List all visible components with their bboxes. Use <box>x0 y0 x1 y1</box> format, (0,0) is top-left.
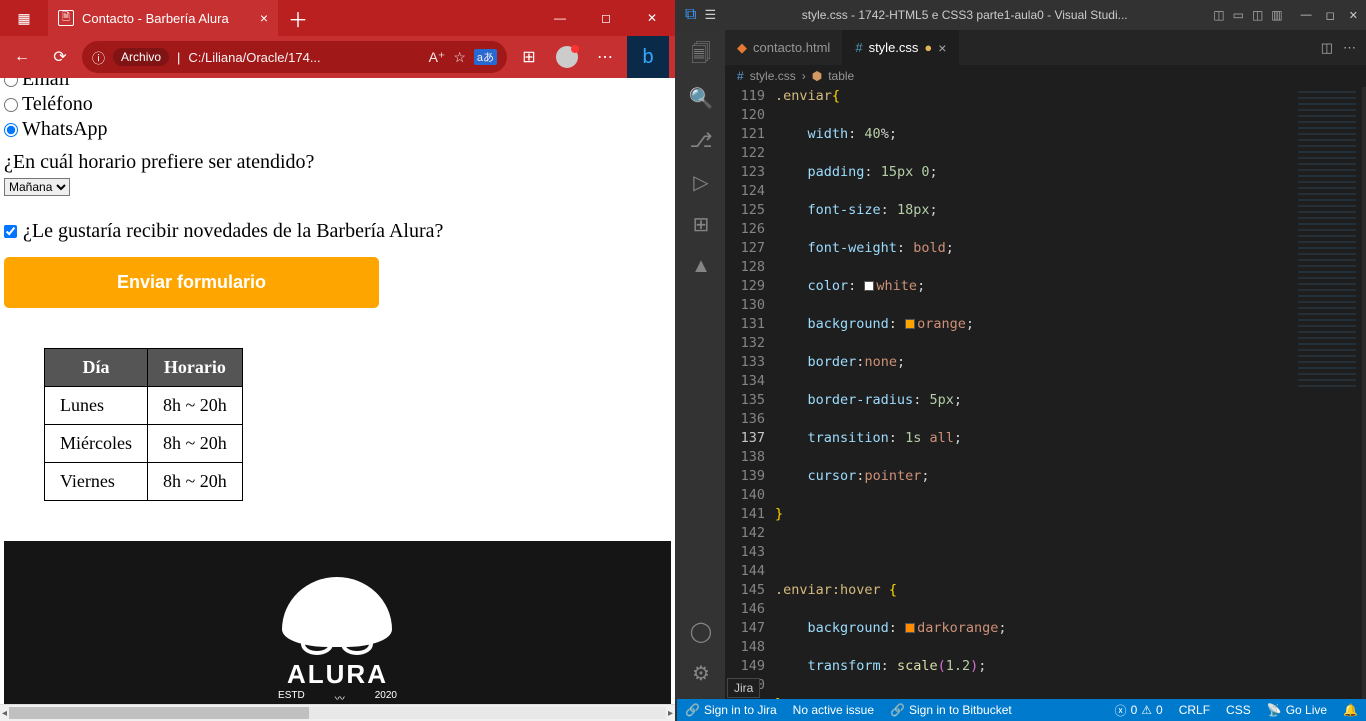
minimap[interactable] <box>1292 87 1362 699</box>
jira-tooltip: Jira <box>727 678 760 698</box>
layout-bottom-icon[interactable]: ▭ <box>1233 8 1244 22</box>
info-icon: ⓘ <box>92 48 105 67</box>
status-bar: 🔗 Sign in to Jira No active issue 🔗 Sign… <box>677 699 1366 721</box>
contact-whatsapp-label: WhatsApp <box>22 118 108 141</box>
new-tab-button[interactable]: ＋ <box>278 4 318 33</box>
jira-active-issue[interactable]: No active issue <box>785 703 882 717</box>
page-favicon: 🗎 <box>58 10 74 26</box>
bitbucket-signin[interactable]: 🔗 Sign in to Bitbucket <box>882 703 1020 717</box>
back-button[interactable]: ← <box>6 41 38 73</box>
horario-select[interactable]: Mañana <box>4 178 70 196</box>
layout-right-icon[interactable]: ◫ <box>1252 8 1263 22</box>
contact-email-label: Email <box>22 78 70 91</box>
tab-style-css[interactable]: # style.css ● × <box>843 30 959 65</box>
th-horario: Horario <box>147 349 242 387</box>
layout-left-icon[interactable]: ◫ <box>1213 8 1224 22</box>
contact-whatsapp-radio[interactable] <box>4 123 18 137</box>
horizontal-scrollbar[interactable]: ◂ ▸ <box>0 704 675 721</box>
settings-gear-icon[interactable]: ⚙ <box>677 653 725 693</box>
tab-title: Contacto - Barbería Alura <box>82 11 229 26</box>
problems-count[interactable]: ⓧ 0 ⚠ 0 <box>1107 702 1171 719</box>
css-file-icon: # <box>855 40 862 55</box>
read-aloud-icon[interactable]: A⁺ <box>429 49 446 66</box>
editor-scrollbar[interactable] <box>1362 87 1366 699</box>
th-dia: Día <box>45 349 148 387</box>
window-minimize-icon[interactable]: — <box>537 11 583 25</box>
jira-signin[interactable]: 🔗 Sign in to Jira <box>677 703 785 717</box>
bing-sidebar-icon[interactable]: b <box>627 36 669 78</box>
search-icon[interactable]: 🔍 <box>677 78 725 118</box>
vsc-minimize-icon[interactable]: — <box>1301 9 1312 22</box>
css-file-icon: # <box>737 69 744 83</box>
translate-icon[interactable]: aあ <box>474 49 497 65</box>
profile-avatar[interactable] <box>551 41 583 73</box>
language-mode[interactable]: CSS <box>1218 702 1259 719</box>
code-editor[interactable]: .enviar{ width: 40%; padding: 15px 0; fo… <box>775 87 1292 699</box>
go-live[interactable]: 📡 Go Live <box>1259 702 1335 719</box>
newsletter-question: ¿Le gustaría recibir novedades de la Bar… <box>23 220 443 243</box>
window-maximize-icon[interactable]: ◻ <box>583 11 629 25</box>
address-scheme: Archivo <box>113 48 169 66</box>
atlassian-icon[interactable]: ▲ <box>677 246 725 286</box>
eol-indicator[interactable]: CRLF <box>1171 702 1218 719</box>
html-file-icon: ◆ <box>737 40 747 56</box>
alura-logo: ALURA ESTD 〰 2020 <box>278 577 397 705</box>
window-title: style.css - 1742-HTML5 e CSS3 parte1-aul… <box>724 8 1205 22</box>
favorite-icon[interactable]: ☆ <box>453 49 466 66</box>
address-bar[interactable]: ⓘ Archivo | C:/Liliana/Oracle/174... A⁺ … <box>82 41 507 73</box>
contact-email-radio[interactable] <box>4 78 18 87</box>
table-row: Lunes 8h ~ 20h <box>45 387 243 425</box>
vsc-maximize-icon[interactable]: ◻ <box>1326 9 1335 22</box>
browser-tab[interactable]: 🗎 Contacto - Barbería Alura × <box>48 0 278 36</box>
tab-close-icon[interactable]: × <box>938 40 946 56</box>
accounts-icon[interactable]: ◯ <box>677 611 725 651</box>
layout-custom-icon[interactable]: ▥ <box>1271 8 1282 22</box>
vscode-logo-icon: ⧉ <box>685 6 696 24</box>
submit-button[interactable]: Enviar formulario <box>4 257 379 308</box>
collections-icon[interactable]: ⊞ <box>513 41 545 73</box>
selector-icon: ⬢ <box>812 69 822 83</box>
vsc-close-icon[interactable]: ✕ <box>1349 9 1358 22</box>
menu-icon[interactable]: ☰ <box>704 7 716 23</box>
split-editor-icon[interactable]: ◫ <box>1321 40 1333 56</box>
tab-close-icon[interactable]: × <box>260 10 268 26</box>
newsletter-checkbox[interactable] <box>4 225 17 238</box>
refresh-button[interactable]: ⟳ <box>44 41 76 73</box>
more-menu-icon[interactable]: ⋯ <box>589 41 621 73</box>
contact-telefono-radio[interactable] <box>4 98 18 112</box>
page-footer: ALURA ESTD 〰 2020 <box>4 541 671 721</box>
window-close-icon[interactable]: ✕ <box>629 11 675 25</box>
table-row: Viernes 8h ~ 20h <box>45 463 243 501</box>
tab-contacto-html[interactable]: ◆ contacto.html <box>725 30 843 65</box>
explorer-icon[interactable]: 🗐 <box>677 36 725 76</box>
line-number-gutter: 1191201211221231241251261271281291301311… <box>725 87 775 699</box>
source-control-icon[interactable]: ⎇ <box>677 120 725 160</box>
contact-telefono-label: Teléfono <box>22 93 93 116</box>
breadcrumb[interactable]: # style.css › ⬢ table <box>725 65 1366 87</box>
address-path: C:/Liliana/Oracle/174... <box>188 50 320 65</box>
schedule-table: Día Horario Lunes 8h ~ 20h Miércoles 8h … <box>44 348 243 501</box>
modified-dot-icon: ● <box>924 40 932 55</box>
more-actions-icon[interactable]: ⋯ <box>1343 40 1356 56</box>
extensions-icon[interactable]: ⊞ <box>677 204 725 244</box>
table-row: Miércoles 8h ~ 20h <box>45 425 243 463</box>
notifications-icon[interactable]: 🔔 <box>1335 702 1366 719</box>
horario-question: ¿En cuál horario prefiere ser atendido? <box>4 151 671 174</box>
edge-tabs-icon[interactable]: ▦ <box>17 10 30 27</box>
run-debug-icon[interactable]: ▷ <box>677 162 725 202</box>
